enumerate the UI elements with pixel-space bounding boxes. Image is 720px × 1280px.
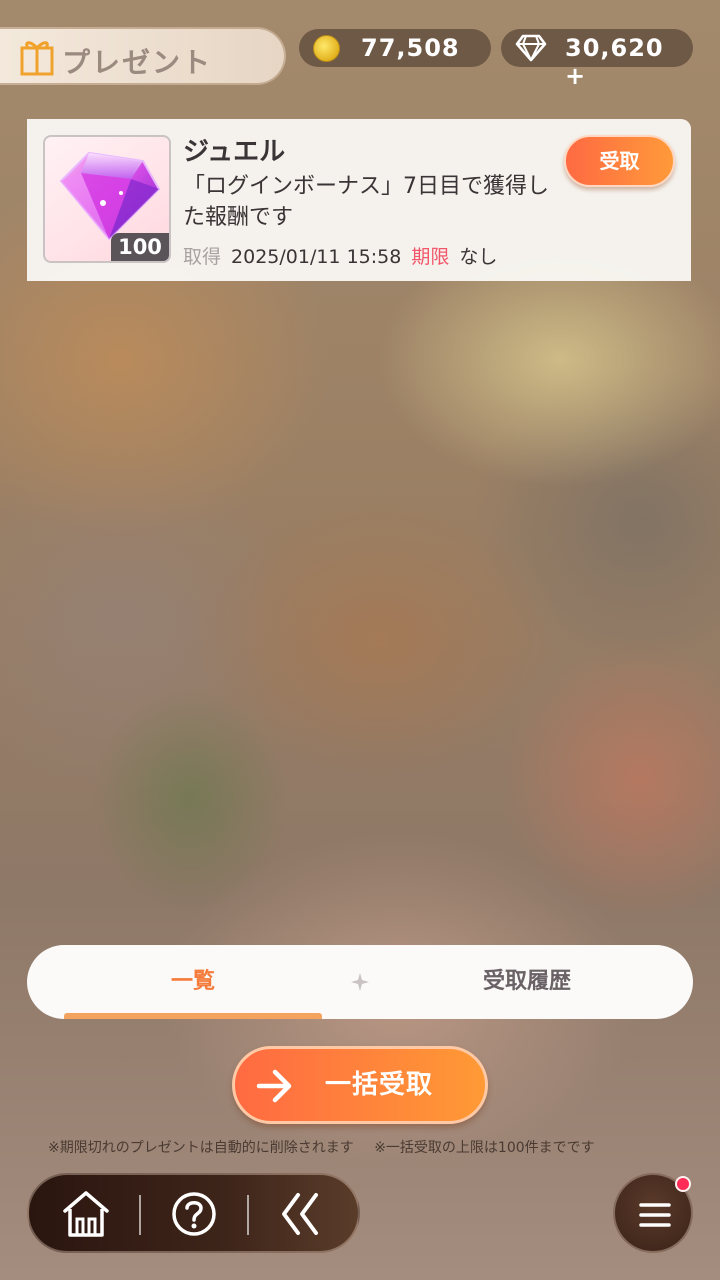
item-quantity-badge: 100 (111, 233, 169, 261)
receive-button[interactable]: 受取 (564, 135, 675, 187)
tab-list[interactable]: 一覧 (64, 945, 322, 1019)
home-icon[interactable] (61, 1189, 111, 1239)
help-icon[interactable] (169, 1189, 219, 1239)
tab-history[interactable]: 受取履歴 (397, 945, 657, 1019)
jewel-balance[interactable]: 30,620 + (501, 29, 693, 90)
bulk-receive-label: 一括受取 (325, 1070, 434, 1100)
gift-box-icon (20, 41, 54, 76)
sparkle-separator-icon (351, 973, 369, 991)
acquired-label: 取得 (183, 246, 222, 268)
bulk-receive-button[interactable]: 一括受取 (232, 1046, 488, 1124)
jewel-item-icon (59, 151, 161, 241)
limit-value: なし (459, 246, 498, 268)
jewel-value: 30,620 + (565, 34, 664, 90)
back-icon[interactable] (276, 1189, 326, 1239)
limit-label: 期限 (411, 246, 450, 268)
coin-value: 77,508 (361, 34, 460, 62)
page-title-tab: プレゼント (0, 27, 286, 85)
notice-text: ※期限切れのプレゼントは自動的に削除されます ※一括受取の上限は100件までです (48, 1137, 688, 1157)
nav-divider (139, 1195, 141, 1235)
coin-balance: 77,508 (299, 29, 491, 67)
item-thumbnail: 100 (43, 135, 171, 263)
active-tab-indicator (64, 1013, 322, 1019)
diamond-icon (515, 34, 547, 62)
arrow-right-icon (256, 1069, 292, 1103)
page-title: プレゼント (62, 46, 213, 79)
nav-divider (247, 1195, 249, 1235)
notification-dot (675, 1176, 691, 1192)
item-name: ジュエル (183, 137, 286, 167)
coin-icon (313, 35, 340, 62)
menu-icon (639, 1203, 671, 1227)
bottom-navigation (27, 1173, 360, 1253)
present-list-item: 100 ジュエル 「ログインボーナス」7日目で獲得した報酬です 取得 2025/0… (27, 119, 691, 281)
acquired-date: 2025/01/11 15:58 (231, 246, 402, 268)
item-meta: 取得 2025/01/11 15:58 期限 なし (183, 242, 507, 269)
item-description: 「ログインボーナス」7日目で獲得した報酬です (183, 174, 549, 230)
present-tabs: 一覧 受取履歴 (27, 945, 693, 1019)
limit-note: ※一括受取の上限は100件までです (374, 1140, 595, 1156)
expired-note: ※期限切れのプレゼントは自動的に削除されます (48, 1140, 354, 1156)
